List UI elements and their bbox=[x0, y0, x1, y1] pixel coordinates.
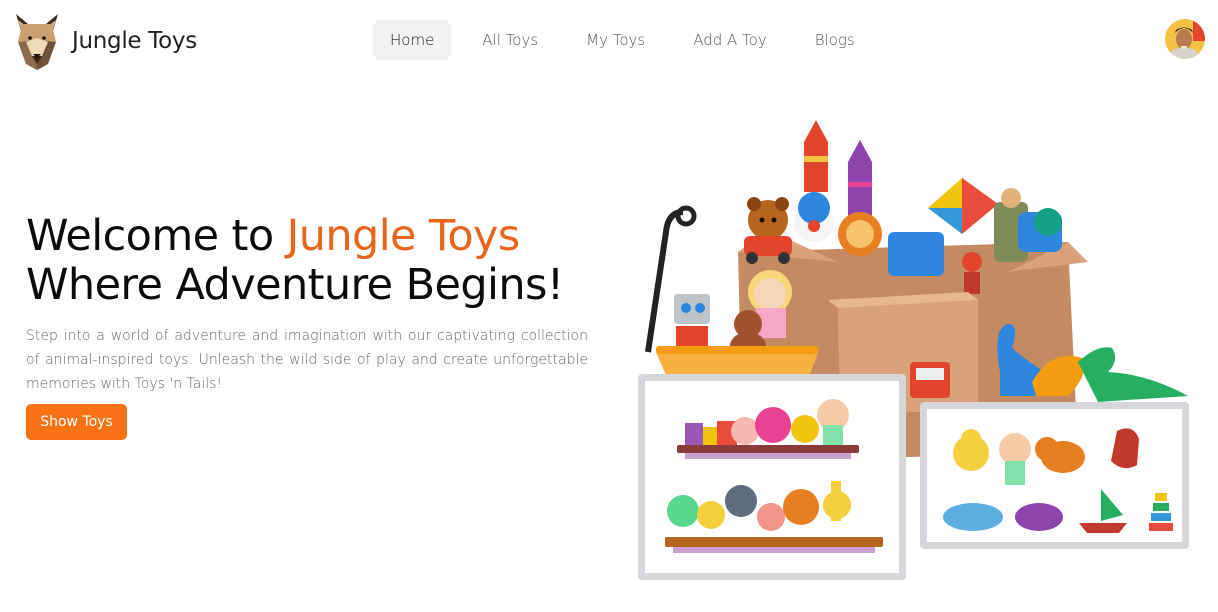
navbar: Jungle Toys Home All Toys My Toys Add A … bbox=[0, 0, 1218, 84]
nav-all-toys[interactable]: All Toys bbox=[465, 20, 555, 60]
hero-title: Welcome to Jungle Toys Where Adventure B… bbox=[26, 212, 588, 310]
toy-collection-illustration bbox=[943, 428, 1173, 533]
nav-home[interactable]: Home bbox=[373, 20, 452, 60]
bear-face-icon bbox=[16, 14, 58, 70]
toy-collection-frame bbox=[920, 402, 1189, 549]
brand-name: Jungle Toys bbox=[72, 28, 197, 54]
hero-title-accent: Jungle Toys bbox=[286, 211, 521, 261]
nav-add-a-toy[interactable]: Add A Toy bbox=[676, 20, 784, 60]
show-toys-button[interactable]: Show Toys bbox=[26, 404, 127, 440]
hero-title-line2: Where Adventure Begins! bbox=[26, 260, 564, 310]
hero-description: Step into a world of adventure and imagi… bbox=[26, 328, 588, 392]
hero-illustration bbox=[628, 112, 1208, 582]
nav-blogs[interactable]: Blogs bbox=[798, 20, 872, 60]
nav-my-toys[interactable]: My Toys bbox=[569, 20, 662, 60]
user-avatar[interactable] bbox=[1165, 19, 1205, 59]
hero-title-prefix: Welcome to bbox=[26, 211, 287, 261]
brand-link[interactable]: Jungle Toys bbox=[12, 12, 197, 70]
main-nav: Home All Toys My Toys Add A Toy Blogs bbox=[373, 20, 886, 60]
hero-section: Welcome to Jungle Toys Where Adventure B… bbox=[26, 212, 588, 396]
user-avatar-photo bbox=[1165, 19, 1205, 59]
toy-shelves-illustration bbox=[665, 399, 883, 553]
toy-shelves-frame bbox=[638, 374, 906, 580]
